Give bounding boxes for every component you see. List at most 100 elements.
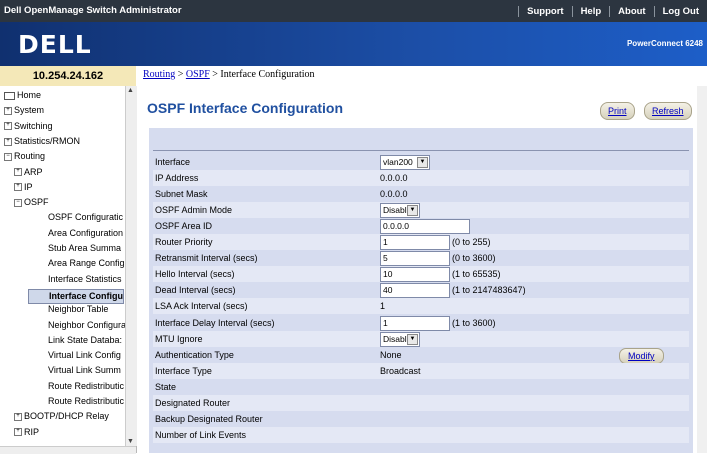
support-link[interactable]: Support xyxy=(518,5,571,17)
field-label: Retransmit Interval (secs) xyxy=(155,253,258,264)
form-row: Authentication Type None Modify xyxy=(153,347,689,364)
field-label: Interface Type xyxy=(155,365,212,376)
select-field[interactable]: Disable ▼ xyxy=(380,331,420,347)
field-label: Interface Delay Interval (secs) xyxy=(155,317,275,328)
nav-item-label: Stub Area Summa xyxy=(48,243,122,253)
text-input[interactable]: 1 xyxy=(380,235,450,251)
field-label: Number of Link Events xyxy=(155,429,247,440)
nav-item-label: Interface Statistics xyxy=(48,273,122,284)
range-hint: (1 to 3600) xyxy=(452,317,496,328)
nav-item-label: Virtual Link Summ xyxy=(48,365,121,376)
form-row: Hello Interval (secs) 10 (1 to 65535) xyxy=(153,266,689,283)
nav-item-label: Route Redistributic xyxy=(48,396,125,406)
field-label: Authentication Type xyxy=(155,349,234,360)
form-row: OSPF Area ID 0.0.0.0 xyxy=(153,218,689,235)
range-hint: (0 to 255) xyxy=(452,237,491,248)
text-input[interactable]: 1 xyxy=(380,315,450,331)
nav-item-label: Virtual Link Config xyxy=(48,350,121,361)
text-input[interactable]: 10 xyxy=(380,267,450,283)
nav-item-label: IP xyxy=(24,181,33,192)
print-button[interactable]: Print xyxy=(600,102,635,120)
form-row: OSPF Admin Mode Disable ▼ xyxy=(153,202,689,219)
nav-item-label: RIP xyxy=(24,426,40,437)
about-link[interactable]: About xyxy=(609,5,653,17)
select-field[interactable]: vlan200 ▼ xyxy=(380,155,430,170)
nav-item[interactable]: + Switching xyxy=(4,121,53,131)
nav-item[interactable]: Interface Configu xyxy=(28,288,125,304)
nav-item[interactable]: − OSPF xyxy=(14,197,49,207)
field-label: OSPF Admin Mode xyxy=(155,205,233,216)
logout-link[interactable]: Log Out xyxy=(653,5,707,17)
nav-item-label: Neighbor Configura xyxy=(48,319,127,330)
nav-item[interactable]: + Statistics/RMON xyxy=(4,136,80,146)
nav-item[interactable]: Stub Area Summa xyxy=(28,243,121,253)
chevron-down-icon[interactable]: ▼ xyxy=(407,205,418,217)
nav-item[interactable]: Home xyxy=(4,90,41,100)
breadcrumb-separator: > xyxy=(177,69,184,80)
text-input[interactable]: 5 xyxy=(380,251,450,267)
collapse-icon[interactable]: − xyxy=(4,152,12,161)
nav-item[interactable]: Route Redistributic xyxy=(28,396,124,406)
field-label: LSA Ack Interval (secs) xyxy=(155,301,248,312)
nav-item[interactable]: + ARP xyxy=(14,167,43,177)
collapse-icon[interactable]: − xyxy=(14,198,22,207)
refresh-button[interactable]: Refresh xyxy=(644,102,692,120)
nav-item[interactable]: Area Range Config xyxy=(28,258,125,268)
app-title: Dell OpenManage Switch Administrator xyxy=(4,5,182,16)
expand-icon[interactable]: + xyxy=(14,183,22,192)
breadcrumb-routing-link[interactable]: Routing xyxy=(143,69,175,80)
text-input[interactable]: 40 xyxy=(380,283,450,299)
expand-icon[interactable]: + xyxy=(4,106,12,115)
breadcrumb-current: Interface Configuration xyxy=(220,69,315,80)
nav-item-label: Area Range Config xyxy=(48,258,125,269)
nav-item[interactable]: Virtual Link Config xyxy=(28,350,121,360)
scroll-down-icon[interactable]: ▼ xyxy=(127,438,134,445)
expand-icon[interactable]: + xyxy=(14,428,22,437)
modify-button[interactable]: Modify xyxy=(619,347,664,364)
range-hint: (0 to 3600) xyxy=(452,253,496,264)
form-row: Router Priority 1 (0 to 255) xyxy=(153,234,689,251)
nav-item[interactable]: − Routing xyxy=(4,151,45,161)
breadcrumb-ospf-link[interactable]: OSPF xyxy=(186,69,210,80)
form-panel: Interface vlan200 ▼ IP Address 0.0.0.0 Subnet… xyxy=(149,128,693,453)
nav-item[interactable]: Route Redistributic xyxy=(28,381,124,391)
nav-item[interactable]: OSPF Configuratic xyxy=(28,212,123,222)
expand-icon[interactable]: + xyxy=(4,122,12,131)
nav-item[interactable]: Area Configuration xyxy=(28,228,123,238)
select-field[interactable]: Disable ▼ xyxy=(380,203,420,219)
scroll-up-icon[interactable]: ▲ xyxy=(127,87,134,94)
expand-icon[interactable]: + xyxy=(4,137,12,146)
nav-item[interactable]: + IP xyxy=(14,182,33,192)
nav-item-label: Switching xyxy=(14,120,53,131)
nav-item[interactable]: + RIP xyxy=(14,427,39,437)
expand-icon[interactable]: + xyxy=(14,412,22,421)
range-hint: (1 to 2147483647) xyxy=(452,285,526,296)
chevron-down-icon[interactable]: ▼ xyxy=(407,333,418,345)
field-label: MTU Ignore xyxy=(155,333,203,344)
nav-item[interactable]: Virtual Link Summ xyxy=(28,365,121,375)
nav-vertical-scrollbar[interactable]: ▲ ▼ xyxy=(125,86,137,446)
expand-icon[interactable]: + xyxy=(14,168,22,177)
main-vertical-scrollbar[interactable] xyxy=(697,86,707,453)
home-icon[interactable] xyxy=(4,91,15,100)
form-row: Dead Interval (secs) 40 (1 to 2147483647) xyxy=(153,282,689,299)
nav-item-label: Route Redistributic xyxy=(48,380,125,391)
field-value: 1 xyxy=(380,301,386,312)
field-label: Backup Designated Router xyxy=(155,413,263,424)
nav-item[interactable]: Link State Databa: xyxy=(28,335,122,345)
nav-item[interactable]: Neighbor Table xyxy=(28,304,108,314)
nav-item-label: Area Configuration xyxy=(48,227,124,238)
form-row: MTU Ignore Disable ▼ xyxy=(153,330,689,347)
form-row: Backup Designated Router xyxy=(153,411,689,427)
nav-item-label: Interface Configu xyxy=(49,290,124,301)
nav-item[interactable]: Interface Statistics xyxy=(28,274,122,284)
chevron-down-icon[interactable]: ▼ xyxy=(417,157,428,168)
nav-item[interactable]: Neighbor Configura xyxy=(28,320,126,330)
breadcrumb: Routing > OSPF > Interface Configuration xyxy=(143,69,315,80)
field-label: Dead Interval (secs) xyxy=(155,285,236,296)
nav-item[interactable]: + System xyxy=(4,105,44,115)
text-input[interactable]: 0.0.0.0 xyxy=(380,219,470,235)
nav-item[interactable]: + BOOTP/DHCP Relay xyxy=(14,411,109,421)
help-link[interactable]: Help xyxy=(571,5,610,17)
nav-item-label: Link State Databa: xyxy=(48,334,123,345)
